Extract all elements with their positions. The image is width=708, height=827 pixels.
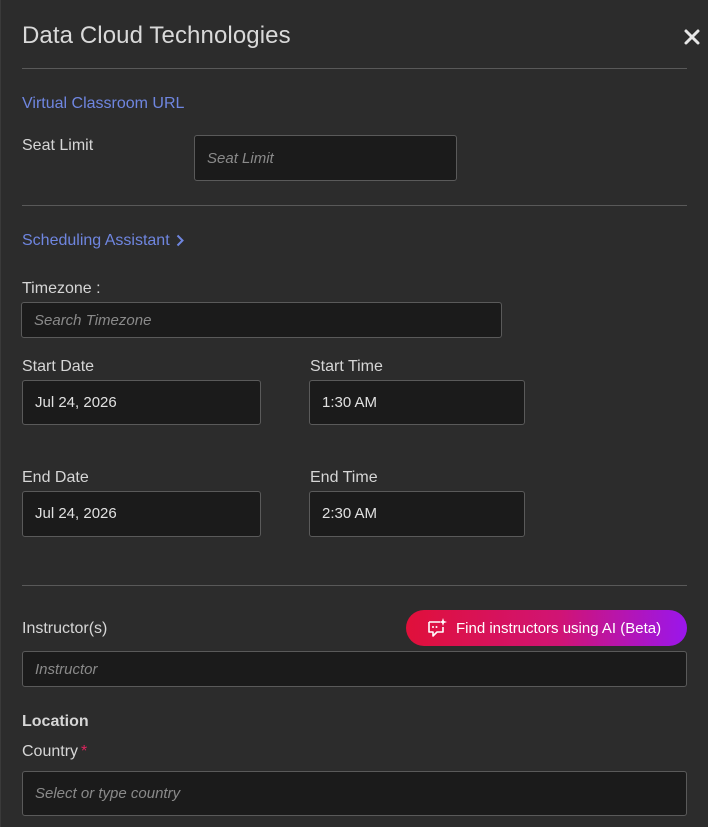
scheduling-assistant-link[interactable]: Scheduling Assistant	[22, 232, 184, 250]
ai-chat-sparkle-icon	[428, 618, 447, 637]
instructors-label: Instructor(s)	[22, 620, 108, 637]
page-title: Data Cloud Technologies	[22, 22, 291, 49]
country-input[interactable]	[22, 771, 687, 816]
end-time-label: End Time	[310, 469, 378, 486]
scheduling-assistant-label: Scheduling Assistant	[22, 232, 170, 249]
end-date-label: End Date	[22, 469, 89, 486]
ai-button-label: Find instructors using AI (Beta)	[456, 619, 662, 637]
end-date-field[interactable]: Jul 24, 2026	[22, 491, 261, 537]
section-divider	[22, 205, 687, 206]
chevron-right-icon	[176, 235, 184, 247]
start-date-label: Start Date	[22, 358, 95, 375]
virtual-classroom-url-link[interactable]: Virtual Classroom URL	[22, 95, 184, 113]
seat-limit-input[interactable]	[194, 135, 457, 181]
location-heading: Location	[22, 713, 89, 730]
edit-session-panel: Data Cloud Technologies Virtual Classroo…	[0, 0, 708, 827]
seat-limit-label: Seat Limit	[22, 137, 94, 154]
header-divider	[22, 68, 687, 69]
country-label-text: Country	[22, 743, 79, 760]
find-instructors-ai-button[interactable]: Find instructors using AI (Beta)	[406, 610, 687, 646]
instructor-input[interactable]	[22, 651, 687, 687]
section-divider	[22, 585, 687, 586]
end-time-field[interactable]: 2:30 AM	[309, 491, 525, 537]
timezone-search-input[interactable]	[21, 302, 502, 338]
start-time-label: Start Time	[310, 358, 383, 375]
required-mark: *	[81, 743, 88, 760]
start-date-field[interactable]: Jul 24, 2026	[22, 380, 261, 425]
start-time-field[interactable]: 1:30 AM	[309, 380, 525, 425]
close-icon[interactable]	[681, 26, 703, 48]
timezone-label: Timezone :	[22, 280, 101, 297]
country-label: Country *	[22, 743, 87, 761]
